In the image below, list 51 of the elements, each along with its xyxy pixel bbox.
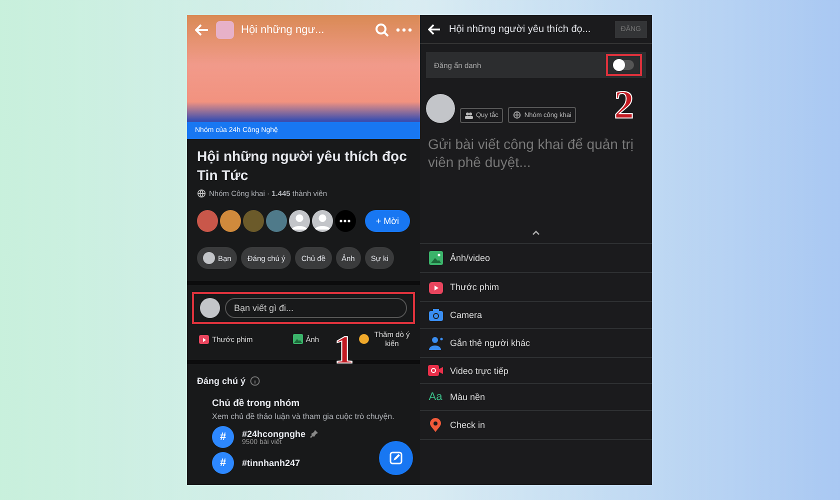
option-item[interactable]: Check in [450, 420, 486, 430]
more-icon[interactable] [396, 28, 412, 32]
photo-icon [292, 334, 303, 344]
globe-icon [197, 189, 206, 198]
step-number: 1 [334, 330, 354, 370]
step-number: 2 [614, 85, 634, 125]
tag-person-icon [428, 336, 442, 350]
poll-icon [358, 334, 369, 344]
option-item[interactable]: Camera [450, 310, 482, 320]
pin-icon [310, 430, 318, 438]
people-icon [465, 112, 473, 119]
compose-button[interactable] [379, 441, 413, 475]
user-avatar [426, 94, 455, 123]
topic-link[interactable]: #tinnhanh247 [242, 458, 300, 468]
option-item[interactable]: Màu nền [450, 392, 486, 402]
member-avatar[interactable] [220, 210, 241, 232]
header-title: Hội những ngư... [241, 24, 326, 36]
member-avatar[interactable] [312, 210, 333, 232]
reel-icon [199, 334, 209, 344]
globe-icon [513, 111, 522, 119]
live-video-icon [428, 365, 443, 376]
text-background-icon: Aa [428, 391, 442, 403]
option-item[interactable]: Ảnh/video [450, 253, 490, 263]
anonymous-toggle[interactable] [614, 60, 634, 70]
camera-icon [428, 309, 442, 321]
topic-link[interactable]: #24hcongnghe [242, 428, 306, 438]
more-members-icon[interactable] [334, 210, 356, 232]
section-title: Đáng chú ý [197, 376, 246, 386]
location-pin-icon [430, 418, 441, 432]
screen-title: Hội những người yêu thích đọ... [449, 24, 592, 35]
group-name: Hội những người yêu thích đọc Tin Tức [197, 147, 408, 185]
photo-icon [428, 251, 442, 265]
option-item[interactable]: Thước phim [450, 282, 499, 292]
group-thumbnail [216, 21, 234, 39]
option-item[interactable]: Video trực tiếp [450, 366, 508, 376]
search-icon[interactable] [375, 23, 389, 37]
user-avatar [200, 298, 220, 318]
edit-icon [389, 451, 403, 465]
reel-icon [428, 280, 442, 294]
member-avatar[interactable] [288, 210, 310, 232]
back-arrow-icon[interactable] [428, 24, 441, 35]
hashtag-icon: # [212, 452, 234, 474]
option-item[interactable]: Gắn thẻ người khác [450, 338, 530, 348]
hashtag-icon: # [212, 426, 234, 448]
post-text-field[interactable]: Gửi bài viết công khai để quản trị viên phê duyệt... [420, 123, 652, 230]
card-description: Xem chủ đề thảo luận và tham gia cuộc trò chuyện. [212, 411, 396, 422]
card-title: Chủ đề trong nhóm [212, 398, 301, 409]
info-icon[interactable] [250, 376, 260, 386]
post-input-field[interactable]: Bạn viết gì đi... [225, 298, 407, 318]
invite-button[interactable]: + Mời [364, 210, 410, 232]
caret-up-icon[interactable] [532, 230, 540, 235]
